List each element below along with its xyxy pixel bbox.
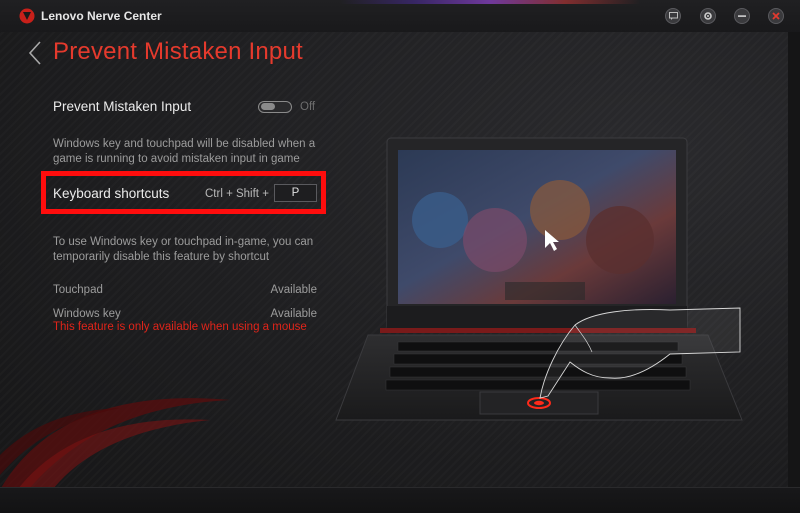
back-chevron-icon[interactable] — [28, 40, 42, 66]
app-title: Lenovo Nerve Center — [41, 9, 162, 23]
shortcut-label: Keyboard shortcuts — [53, 186, 170, 201]
title-glow-decoration — [340, 0, 640, 4]
mouse-only-warning: This feature is only available when usin… — [53, 321, 307, 333]
toggle-knob — [261, 103, 275, 110]
chat-icon — [668, 12, 678, 20]
windows-key-label: Windows key — [53, 308, 121, 320]
red-swoosh-decoration — [0, 398, 230, 500]
touchpad-label: Touchpad — [53, 284, 103, 296]
settings-button[interactable] — [700, 8, 716, 24]
title-bar: Lenovo Nerve Center — [0, 0, 800, 32]
laptop-illustration — [335, 137, 743, 421]
gear-icon — [704, 12, 712, 20]
minimize-icon — [738, 15, 746, 17]
touchpad-status: Available — [270, 284, 317, 296]
prevent-input-toggle[interactable] — [258, 101, 292, 113]
minimize-button[interactable] — [734, 8, 750, 24]
windows-key-status: Available — [270, 308, 317, 320]
close-button[interactable] — [768, 8, 784, 24]
page-title: Prevent Mistaken Input — [53, 38, 303, 65]
shortcut-hint-line1: To use Windows key or touchpad in-game, … — [53, 236, 314, 248]
lenovo-legion-logo-icon — [19, 8, 35, 24]
shortcut-hint-line2: temporarily disable this feature by shor… — [53, 251, 270, 263]
shortcut-combo: Ctrl + Shift + — [205, 188, 269, 200]
setting-description-line1: Windows key and touchpad will be disable… — [53, 138, 316, 150]
app-window: Lenovo Nerve Center Prevent Mistaken Inp… — [0, 0, 800, 513]
toggle-state-label: Off — [300, 101, 316, 113]
setting-description-line2: game is running to avoid mistaken input … — [53, 153, 300, 165]
setting-label: Prevent Mistaken Input — [53, 99, 192, 114]
chat-button[interactable] — [665, 8, 681, 24]
shortcut-key-field[interactable]: P — [274, 184, 317, 202]
close-icon — [772, 12, 780, 20]
window-bottom-bar — [0, 487, 800, 513]
window-right-edge — [788, 32, 800, 487]
